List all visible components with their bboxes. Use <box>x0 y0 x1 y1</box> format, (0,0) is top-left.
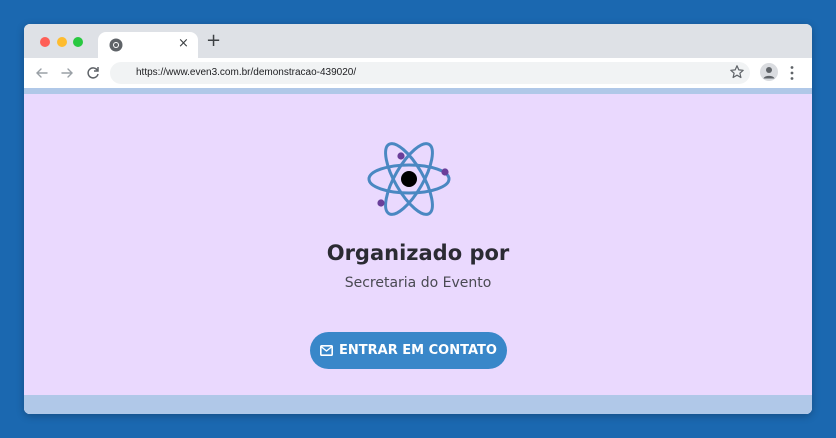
back-arrow-icon[interactable] <box>32 63 52 83</box>
contact-button[interactable]: ENTRAR EM CONTATO <box>310 332 507 369</box>
minimize-window-button[interactable] <box>57 37 67 47</box>
envelope-icon <box>320 345 334 356</box>
contact-button-label: ENTRAR EM CONTATO <box>339 343 497 358</box>
browser-toolbar: https://www.even3.com.br/demonstracao-43… <box>24 58 812 88</box>
organizer-heading: Organizado por <box>326 241 510 265</box>
browser-tab[interactable]: × <box>98 32 198 58</box>
address-bar[interactable]: https://www.even3.com.br/demonstracao-43… <box>110 62 750 84</box>
chrome-icon <box>109 38 123 52</box>
maximize-window-button[interactable] <box>73 37 83 47</box>
browser-window: × + https://www.even3.com.br/demonstraca… <box>24 24 812 414</box>
address-url: https://www.even3.com.br/demonstracao-43… <box>136 67 357 78</box>
reload-icon[interactable] <box>83 63 103 83</box>
top-accent-strip <box>24 88 812 94</box>
atom-icon <box>367 142 451 216</box>
bottom-accent-strip <box>24 395 812 414</box>
forward-arrow-icon[interactable] <box>57 63 77 83</box>
tab-bar: × + <box>24 24 812 58</box>
star-icon[interactable] <box>729 64 745 80</box>
profile-icon[interactable] <box>760 63 778 81</box>
organizer-name: Secretaria do Evento <box>344 275 492 291</box>
new-tab-button[interactable]: + <box>206 30 221 52</box>
close-window-button[interactable] <box>40 37 50 47</box>
kebab-menu-icon[interactable] <box>789 65 795 81</box>
close-tab-icon[interactable]: × <box>178 36 189 51</box>
person-icon <box>763 67 775 79</box>
web-page: Organizado por Secretaria do Evento ENTR… <box>24 88 812 414</box>
